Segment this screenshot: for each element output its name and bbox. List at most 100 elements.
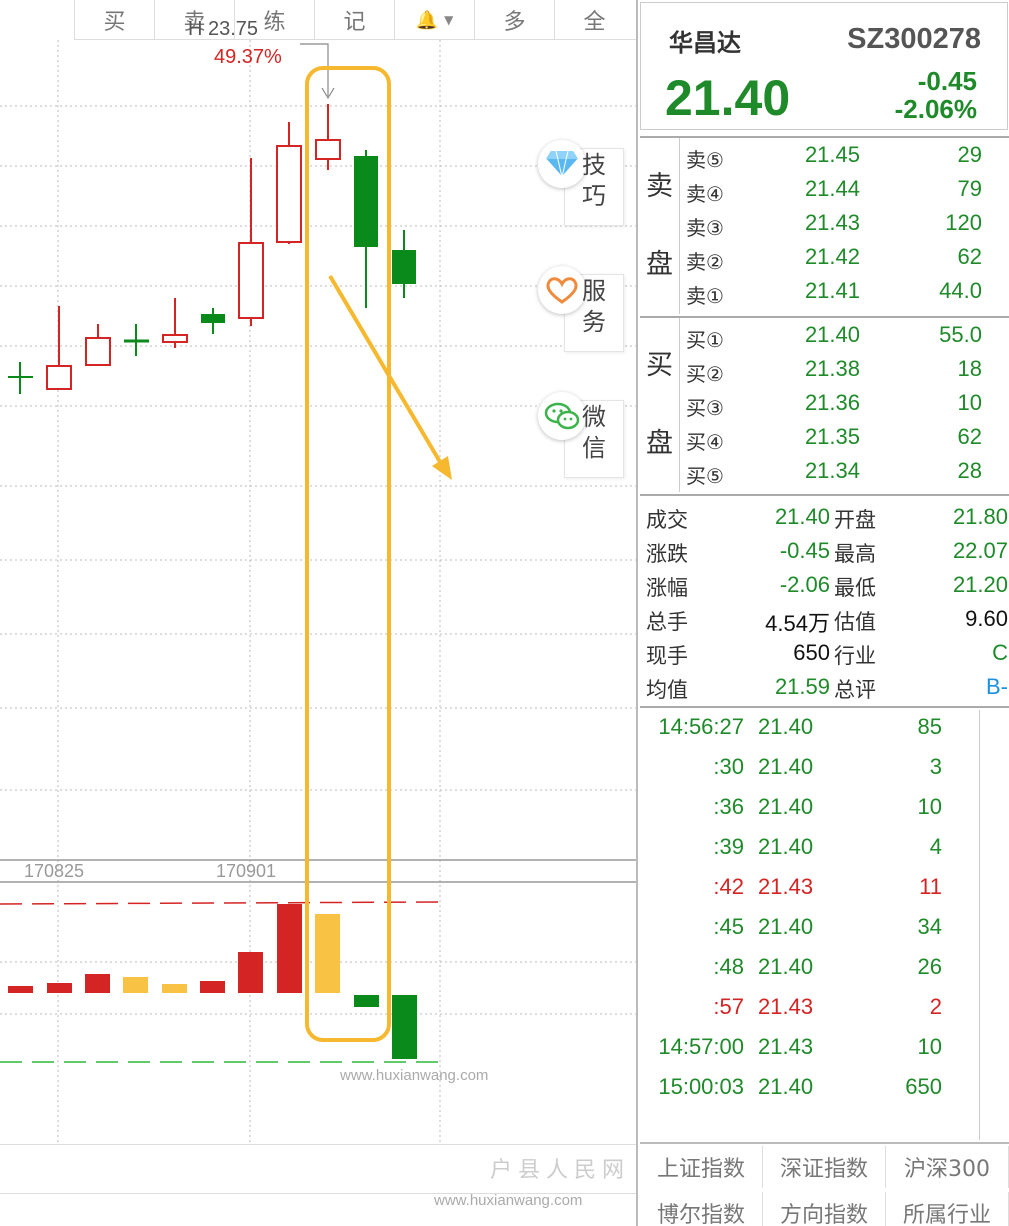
stat-key: 涨幅 [646,576,688,600]
tick-volume: 10 [917,1034,942,1059]
kline-chart[interactable]: 买 卖 练 记 🔔 ▼ 多 全 H 23.75 49.37% 170825 170… [0,0,636,1144]
tick-time: :48 [713,954,744,979]
candle [85,324,111,366]
tick-time: :39 [713,834,744,859]
order-price: 21.45 [804,142,860,167]
date-label: 170901 [216,861,277,881]
stat-row: 总手 4.54万 估值 9.60 [646,606,1008,640]
service-label: 服务 [582,277,606,336]
order-volume: 62 [957,424,982,449]
buy-order-row[interactable]: 买① 21.40 55.0 [686,322,1006,356]
stat-row: 涨幅 -2.06 最低 21.20 [646,572,1008,606]
stat-key: 总评 [834,678,876,702]
chart-toolbar: 买 卖 练 记 🔔 ▼ 多 全 [74,0,636,40]
date-label: 170825 [24,861,85,881]
stat-key: 成交 [646,508,688,532]
tips-tool[interactable]: 技巧 [538,140,628,226]
stock-name: 华昌达 [669,30,741,57]
buy-button[interactable]: 买 [74,0,154,40]
watermark: www.huxianwang.com [434,1192,583,1209]
tick-volume: 10 [917,794,942,819]
order-volume: 18 [957,356,982,381]
tick-time: :30 [713,754,744,779]
tick-list[interactable]: 14:56:27 21.40 85:30 21.40 3:36 21.40 10:39 21.… [640,710,980,1140]
tick-volume: 26 [917,954,942,979]
index-tab[interactable]: 深证指数 [763,1146,886,1188]
sell-side-label: 卖盘 [640,138,680,314]
order-level: 买② [686,362,724,386]
stat-key: 开盘 [834,508,876,532]
tick-price: 21.43 [758,874,814,899]
stat-value: 21.59 [774,674,830,699]
order-level: 卖① [686,284,724,308]
buy-order-row[interactable]: 买④ 21.35 62 [686,424,1006,458]
tick-volume: 2 [929,994,942,1019]
volume-bar [123,977,148,993]
candle [162,298,188,348]
volume-bar [238,952,263,993]
change-value: -0.45 [917,66,977,96]
volume-ma-red [0,901,441,905]
sell-order-row[interactable]: 卖⑤ 21.45 29 [686,142,1006,176]
candle [46,306,72,390]
index-tab[interactable]: 方向指数 [763,1192,886,1226]
stat-key: 估值 [834,610,876,634]
note-button[interactable]: 记 [314,0,394,40]
stat-row: 均值 21.59 总评 B- [646,674,1008,708]
buy-order-row[interactable]: 买③ 21.36 10 [686,390,1006,424]
tick-time: 14:56:27 [658,714,744,739]
sell-order-row[interactable]: 卖② 21.42 62 [686,244,1006,278]
sell-order-row[interactable]: 卖③ 21.43 120 [686,210,1006,244]
high-price-label: H 23.75 [188,18,259,40]
site-name: 户县人民网 [490,1157,631,1182]
buy-order-row[interactable]: 买⑤ 21.34 28 [686,458,1006,492]
tips-label: 技巧 [582,151,606,210]
tick-price: 21.40 [758,834,814,859]
more-button[interactable]: 多 [474,0,554,40]
wechat-tool[interactable]: 微信 [538,392,628,478]
tick-price: 21.40 [758,754,814,779]
stat-value: 650 [793,640,830,665]
order-price: 21.38 [804,356,860,381]
annotation-arrowhead [432,456,452,480]
quote-panel: 华昌达 SZ300278 21.40 -0.45 -2.06% 卖盘 卖⑤ 21.… [636,0,1009,1226]
order-price: 21.41 [804,278,860,303]
tick-row: :30 21.40 3 [640,754,980,794]
index-tab[interactable]: 所属行业 [886,1192,1009,1226]
order-level: 卖② [686,250,724,274]
sell-order-row[interactable]: 卖① 21.41 44.0 [686,278,1006,312]
tick-price: 21.43 [758,994,814,1019]
volume-bar [47,983,72,993]
stat-row: 现手 650 行业 C [646,640,1008,674]
buy-side-label: 买盘 [640,318,680,492]
volume-bar [277,904,302,993]
chevron-down-icon: ▼ [444,13,454,27]
high-percent-label: 49.37% [214,46,282,68]
fullscreen-button[interactable]: 全 [554,0,634,40]
stock-code: SZ300278 [847,23,981,55]
candle [8,362,33,394]
order-volume: 29 [957,142,982,167]
index-tab[interactable]: 沪深300 [886,1146,1009,1188]
order-level: 买⑤ [686,464,724,488]
index-tab[interactable]: 上证指数 [640,1146,763,1188]
tick-volume: 34 [917,914,942,939]
buy-order-row[interactable]: 买② 21.38 18 [686,356,1006,390]
stat-key: 最高 [834,542,876,566]
index-tab[interactable]: 博尔指数 [640,1192,763,1226]
order-volume: 55.0 [939,322,982,347]
stat-row: 成交 21.40 开盘 21.80 [646,504,1008,538]
order-volume: 79 [957,176,982,201]
tick-price: 21.40 [758,714,814,739]
tick-volume: 650 [905,1074,942,1099]
tick-price: 21.40 [758,954,814,979]
alert-button[interactable]: 🔔 ▼ [394,0,474,40]
tick-price: 21.43 [758,1034,814,1059]
service-tool[interactable]: 服务 [538,266,628,352]
stat-value: 21.80 [952,504,1008,529]
volume-bar [354,995,379,1007]
order-price: 21.43 [804,210,860,235]
stat-value: -0.45 [779,538,830,563]
order-price: 21.40 [804,322,860,347]
sell-order-row[interactable]: 卖④ 21.44 79 [686,176,1006,210]
